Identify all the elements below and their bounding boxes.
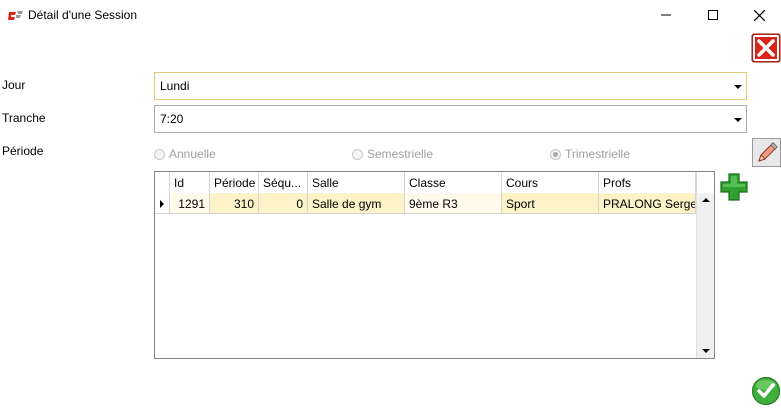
radio-dot	[352, 148, 363, 160]
radio-annuelle[interactable]: Annuelle	[154, 147, 216, 161]
vertical-scrollbar[interactable]	[696, 193, 714, 358]
row-header-corner	[155, 172, 170, 193]
maximize-button[interactable]	[690, 0, 736, 30]
periode-label: Période	[2, 144, 44, 158]
close-red-x-icon[interactable]	[751, 33, 781, 63]
app-icon	[8, 11, 23, 20]
col-header-classe[interactable]: Classe	[405, 172, 502, 193]
radio-trimestrielle[interactable]: Trimestrielle	[550, 147, 630, 161]
scroll-down-icon[interactable]	[702, 349, 710, 353]
current-row-icon	[160, 200, 164, 208]
col-header-profs[interactable]: Profs	[599, 172, 696, 193]
scroll-up-icon[interactable]	[702, 198, 710, 202]
sessions-grid[interactable]: Id Période Séqu... Salle Classe Cours Pr…	[154, 171, 715, 359]
table-row[interactable]: 1291 310 0 Salle de gym 9ème R3 Sport PR…	[155, 193, 696, 214]
col-header-salle[interactable]: Salle	[308, 172, 405, 193]
jour-value: Lundi	[160, 79, 190, 93]
pencil-edit-icon[interactable]	[752, 138, 781, 167]
cell-sequence[interactable]: 0	[259, 193, 308, 214]
cell-periode[interactable]: 310	[210, 193, 259, 214]
minimize-icon	[661, 14, 671, 16]
col-header-periode[interactable]: Période	[210, 172, 259, 193]
tranche-label: Tranche	[2, 111, 46, 125]
chevron-down-icon	[734, 118, 742, 122]
cell-cours[interactable]: Sport	[502, 193, 599, 214]
chevron-down-icon	[734, 85, 742, 89]
maximize-icon	[708, 10, 718, 20]
radio-dot-selected	[550, 148, 561, 160]
col-header-sequence[interactable]: Séqu...	[259, 172, 308, 193]
radio-dot	[154, 148, 165, 160]
radio-semestrielle-label: Semestrielle	[367, 147, 434, 161]
tranche-value: 7:20	[160, 112, 184, 126]
cell-salle[interactable]: Salle de gym	[308, 193, 405, 214]
radio-semestrielle[interactable]: Semestrielle	[352, 147, 433, 161]
grid-header: Id Période Séqu... Salle Classe Cours Pr…	[155, 172, 696, 194]
scrollbar-corner	[696, 172, 714, 193]
cell-classe[interactable]: 9ème R3	[405, 193, 502, 214]
jour-select[interactable]: Lundi	[154, 72, 747, 100]
green-plus-icon[interactable]	[719, 172, 749, 202]
minimize-button[interactable]	[643, 0, 689, 30]
cell-id[interactable]: 1291	[170, 193, 210, 214]
window-close-button[interactable]	[736, 0, 781, 30]
col-header-cours[interactable]: Cours	[502, 172, 599, 193]
radio-trimestrielle-label: Trimestrielle	[565, 147, 630, 161]
row-selector[interactable]	[155, 193, 170, 214]
jour-label: Jour	[2, 78, 26, 92]
tranche-select[interactable]: 7:20	[154, 105, 747, 133]
title-bar: Détail d'une Session	[0, 0, 781, 30]
cell-profs[interactable]: PRALONG Serge	[599, 193, 696, 214]
col-header-id[interactable]: Id	[170, 172, 210, 193]
close-icon	[753, 9, 765, 21]
green-check-icon[interactable]	[751, 376, 781, 406]
radio-annuelle-label: Annuelle	[169, 147, 216, 161]
window-title: Détail d'une Session	[28, 8, 138, 22]
